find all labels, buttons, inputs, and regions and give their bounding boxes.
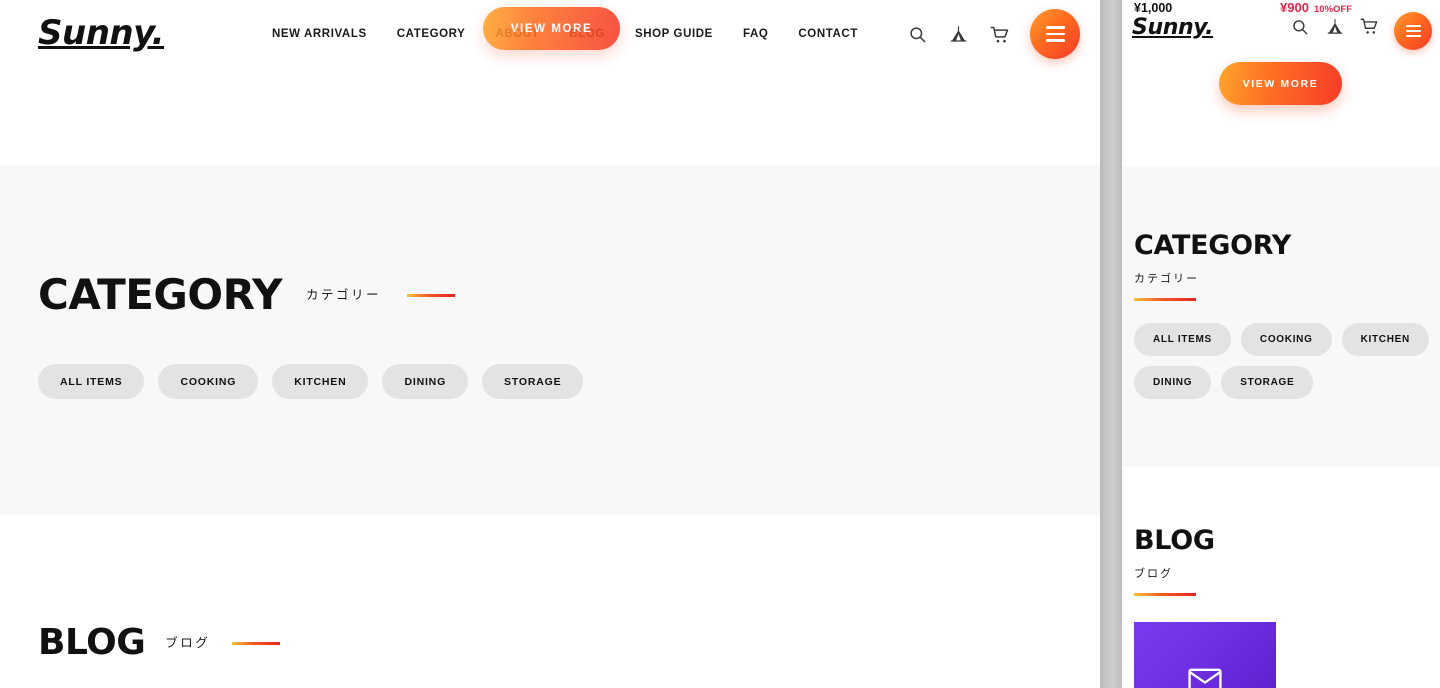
mobile-blog-title-jp: ブログ	[1134, 568, 1173, 580]
mobile-category-pill-dining[interactable]: DINING	[1134, 366, 1212, 399]
screenshot-stage: Sunny. NEW ARRIVALS CATEGORY ABOUT BLOG …	[0, 0, 1440, 688]
category-pill-dining[interactable]: DINING	[382, 364, 469, 399]
blog-title-en: BLOG	[38, 622, 146, 663]
tent-icon[interactable]	[948, 24, 969, 45]
mobile-category-pill-cooking[interactable]: COOKING	[1240, 323, 1332, 356]
cart-icon[interactable]	[1360, 17, 1379, 36]
mobile-category-pill-kitchen[interactable]: KITCHEN	[1341, 323, 1429, 356]
desktop-viewport: Sunny. NEW ARRIVALS CATEGORY ABOUT BLOG …	[0, 0, 1100, 688]
hamburger-bar	[1405, 25, 1421, 27]
mobile-site-header: Sunny.	[1122, 12, 1440, 60]
mobile-blog-section-heading: BLOG ブログ	[1134, 525, 1215, 596]
view-more-label: VIEW MORE	[510, 22, 593, 35]
hamburger-menu-button[interactable]	[1030, 9, 1080, 59]
nav-item-new-arrivals[interactable]: NEW ARRIVALS	[272, 27, 367, 42]
hamburger-bar	[1405, 35, 1421, 37]
mobile-category-section: CATEGORY カテゴリー ALL ITEMS COOKING KITCHEN…	[1122, 167, 1440, 467]
mobile-category-filter-list: ALL ITEMS COOKING KITCHEN DINING STORAGE	[1134, 323, 1430, 399]
nav-item-contact[interactable]: CONTACT	[798, 27, 858, 42]
mobile-header-icon-group	[1290, 17, 1379, 36]
nav-item-category[interactable]: CATEGORY	[397, 27, 466, 42]
hamburger-bar	[1045, 32, 1065, 36]
category-pill-cooking[interactable]: COOKING	[158, 364, 259, 399]
mobile-blog-title-en: BLOG	[1134, 525, 1215, 556]
heading-gradient-rule	[1134, 298, 1196, 301]
hamburger-bar	[1405, 30, 1421, 32]
nav-item-faq[interactable]: FAQ	[743, 27, 768, 42]
category-pill-all-items[interactable]: ALL ITEMS	[38, 364, 145, 399]
mobile-hamburger-menu-button[interactable]	[1394, 12, 1432, 50]
heading-gradient-rule	[407, 293, 456, 297]
category-title-en: CATEGORY	[38, 270, 283, 319]
mobile-category-section-heading: CATEGORY カテゴリー	[1134, 230, 1291, 301]
category-filter-list: ALL ITEMS COOKING KITCHEN DINING STORAGE	[38, 364, 584, 399]
blog-title-jp: ブログ	[165, 636, 211, 650]
heading-gradient-rule	[232, 641, 281, 645]
blog-post-card[interactable]	[1134, 622, 1276, 688]
category-pill-storage[interactable]: STORAGE	[482, 364, 584, 399]
mobile-category-pill-storage[interactable]: STORAGE	[1221, 366, 1314, 399]
mobile-site-logo[interactable]: Sunny.	[1132, 14, 1214, 42]
site-logo[interactable]: Sunny.	[38, 12, 165, 54]
hamburger-bar	[1045, 26, 1065, 29]
blog-section-heading: BLOG ブログ	[38, 622, 281, 663]
mobile-category-pill-all-items[interactable]: ALL ITEMS	[1134, 323, 1231, 356]
view-more-button[interactable]: VIEW MORE	[483, 7, 620, 50]
mobile-view-more-button[interactable]: VIEW MORE	[1219, 62, 1342, 105]
nav-item-shop-guide[interactable]: SHOP GUIDE	[635, 27, 713, 42]
cart-icon[interactable]	[989, 24, 1010, 45]
category-title-jp: カテゴリー	[306, 288, 382, 302]
header-icon-group	[907, 24, 1010, 45]
search-icon[interactable]	[907, 24, 928, 45]
mobile-category-title-en: CATEGORY	[1134, 230, 1292, 261]
category-section-heading: CATEGORY カテゴリー	[38, 270, 456, 319]
category-section	[0, 165, 1100, 515]
mail-icon	[1188, 668, 1222, 688]
viewport-divider	[1100, 0, 1122, 688]
mobile-blog-section: BLOG ブログ	[1122, 467, 1440, 688]
category-pill-kitchen[interactable]: KITCHEN	[272, 364, 369, 399]
search-icon[interactable]	[1290, 17, 1309, 36]
hamburger-bar	[1045, 39, 1065, 42]
mobile-view-more-label: VIEW MORE	[1242, 77, 1319, 90]
tent-icon[interactable]	[1325, 17, 1344, 36]
mobile-viewport: ¥1,000 ¥900 10%OFF Sunny. VIEW MORE CATE…	[1122, 0, 1440, 688]
mobile-category-title-jp: カテゴリー	[1134, 273, 1199, 285]
heading-gradient-rule	[1134, 593, 1196, 596]
